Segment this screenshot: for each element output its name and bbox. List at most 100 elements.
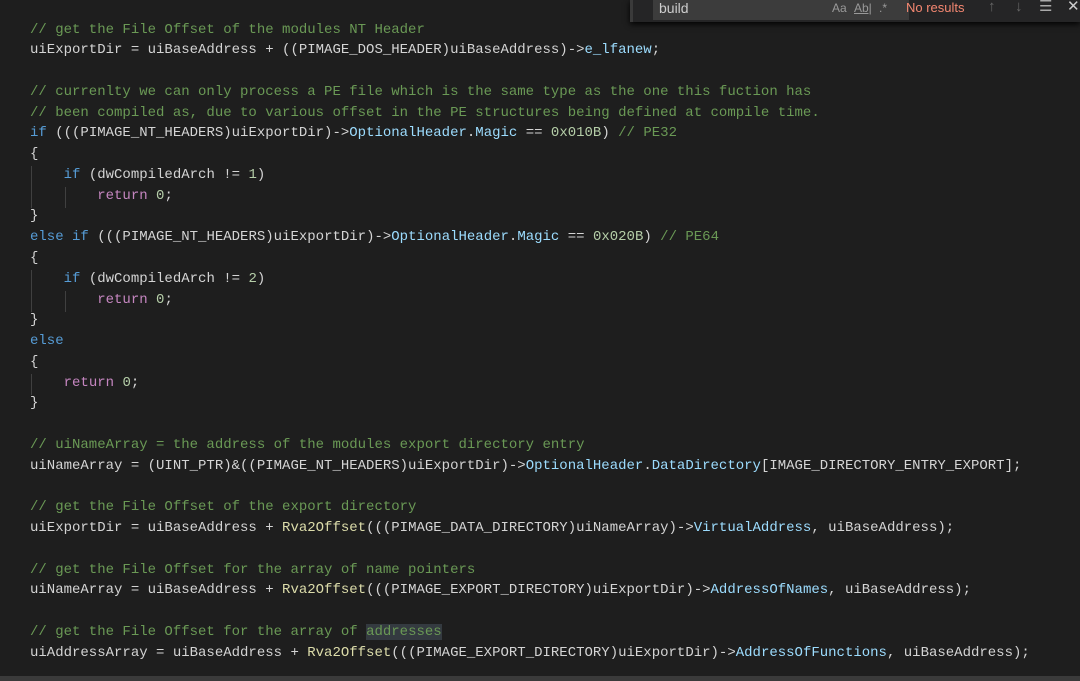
code-line[interactable]: uiExportDir = uiBaseAddress + Rva2Offset… (30, 518, 954, 539)
code-line[interactable]: uiExportDir = uiBaseAddress + ((PIMAGE_D… (30, 40, 660, 61)
code-token: return (63, 374, 115, 391)
code-token: OptionalHeader (349, 125, 467, 142)
code-line[interactable]: // get the File Offset for the array of … (30, 622, 442, 643)
code-token: 0x010B (550, 125, 602, 142)
code-line[interactable]: uiNameArray = (UINT_PTR)&((PIMAGE_NT_HEA… (30, 456, 1021, 477)
code-token: // get the File Offset of the export dir… (30, 499, 417, 516)
code-line[interactable]: } (30, 310, 38, 331)
arrow-up-icon[interactable]: ↑ (988, 0, 996, 16)
code-token: 0x020B (592, 229, 644, 246)
code-token: // currenlty we can only process a PE fi… (30, 83, 812, 100)
code-token: ) (643, 229, 661, 246)
code-token: ; (651, 42, 661, 59)
match-case-toggle[interactable]: Aa (832, 0, 847, 16)
code-line[interactable]: uiAddressArray = uiBaseAddress + Rva2Off… (30, 643, 1030, 664)
code-line[interactable]: // uiNameArray = the address of the modu… (30, 435, 585, 456)
code-token: // PE64 (660, 229, 719, 246)
code-token: (((PIMAGE_NT_HEADERS)uiExportDir)-> (88, 229, 392, 246)
code-token: else (30, 229, 64, 246)
code-token: VirtualAddress (693, 519, 812, 536)
code-line[interactable]: // currenlty we can only process a PE fi… (30, 82, 811, 103)
code-token: ; (164, 291, 173, 308)
code-token: OptionalHeader (391, 229, 509, 246)
code-line[interactable]: // get the File Offset of the export dir… (30, 497, 416, 518)
whole-word-toggle[interactable]: Ab| (854, 0, 872, 16)
code-token: uiNameArray = (UINT_PTR)&((PIMAGE_NT_HEA… (30, 457, 526, 474)
code-token: } (30, 395, 39, 412)
code-line[interactable]: return 0; (30, 290, 173, 311)
code-token: (dwCompiledArch != (80, 270, 249, 287)
code-line[interactable]: } (30, 206, 38, 227)
code-token: } (30, 208, 39, 225)
code-token: // get the File Offset for the array of … (30, 561, 476, 578)
code-token: (dwCompiledArch != (80, 166, 249, 183)
code-line[interactable]: else if (((PIMAGE_NT_HEADERS)uiExportDir… (30, 227, 719, 248)
code-line[interactable]: else (30, 331, 64, 352)
code-line[interactable]: { (30, 144, 38, 165)
code-token: Rva2Offset (282, 582, 367, 599)
code-token: else (30, 333, 64, 350)
code-token: ; (130, 374, 140, 391)
code-token: ; (164, 187, 173, 204)
code-token: uiExportDir = uiBaseAddress + ((PIMAGE_D… (30, 42, 585, 59)
code-line[interactable]: // get the File Offset of the modules NT… (30, 20, 425, 41)
code-token: (((PIMAGE_NT_HEADERS)uiExportDir)-> (46, 125, 350, 142)
code-token: { (30, 353, 39, 370)
code-line[interactable]: if (dwCompiledArch != 1) (30, 165, 266, 186)
find-in-selection-icon[interactable]: ☰ (1039, 0, 1052, 16)
code-token: { (30, 249, 39, 266)
code-editor[interactable]: // get the File Offset of the modules NT… (0, 0, 1080, 676)
code-line[interactable]: uiNameArray = uiBaseAddress + Rva2Offset… (30, 580, 971, 601)
code-token: } (30, 312, 39, 329)
code-token: (((PIMAGE_EXPORT_DIRECTORY)uiExportDir)-… (366, 582, 711, 599)
code-line[interactable]: if (dwCompiledArch != 2) (30, 269, 266, 290)
code-line[interactable]: } (30, 393, 38, 414)
code-token: 1 (248, 166, 257, 183)
arrow-down-icon[interactable]: ↓ (1015, 0, 1023, 16)
code-token: (((PIMAGE_DATA_DIRECTORY)uiNameArray)-> (366, 519, 694, 536)
code-token: e_lfanew (584, 42, 652, 59)
code-token: Magic (517, 229, 560, 246)
code-token: Rva2Offset (282, 519, 367, 536)
code-token: if (63, 166, 81, 183)
code-token: . (643, 457, 652, 474)
code-token: (((PIMAGE_EXPORT_DIRECTORY)uiExportDir)-… (391, 644, 736, 661)
code-token: uiAddressArray = uiBaseAddress + (30, 644, 308, 661)
close-icon[interactable]: ✕ (1067, 0, 1080, 16)
code-token: 2 (248, 270, 257, 287)
code-token: AddressOfNames (710, 582, 829, 599)
code-line[interactable]: { (30, 248, 38, 269)
find-status: No results (906, 0, 965, 15)
code-token: uiExportDir = uiBaseAddress + (30, 519, 283, 536)
code-token: == (517, 125, 551, 142)
code-line[interactable]: // been compiled as, due to various offs… (30, 103, 820, 124)
code-token: // uiNameArray = the address of the modu… (30, 436, 585, 453)
code-token: ) (256, 270, 266, 287)
code-line[interactable]: // get the File Offset for the array of … (30, 560, 475, 581)
code-token: == (559, 229, 593, 246)
regex-toggle[interactable]: .* (879, 0, 887, 16)
code-token: , uiBaseAddress); (828, 582, 971, 599)
code-token: if (63, 270, 81, 287)
code-token: // PE32 (618, 125, 677, 142)
code-line[interactable]: { (30, 352, 38, 373)
code-token: addresses (366, 623, 442, 640)
code-token: // get the File Offset of the modules NT… (30, 21, 425, 38)
code-line[interactable]: return 0; (30, 373, 140, 394)
code-line[interactable]: return 0; (30, 186, 173, 207)
find-widget: build Aa Ab| .* No results ↑ ↓ ☰ ✕ (630, 0, 1080, 22)
code-token: , uiBaseAddress); (811, 519, 955, 536)
horizontal-scrollbar[interactable] (0, 676, 1080, 681)
code-token: // get the File Offset for the array of (30, 623, 367, 640)
code-token: DataDirectory (651, 457, 761, 474)
code-token: return (97, 187, 148, 204)
code-line[interactable]: if (((PIMAGE_NT_HEADERS)uiExportDir)->Op… (30, 123, 677, 144)
